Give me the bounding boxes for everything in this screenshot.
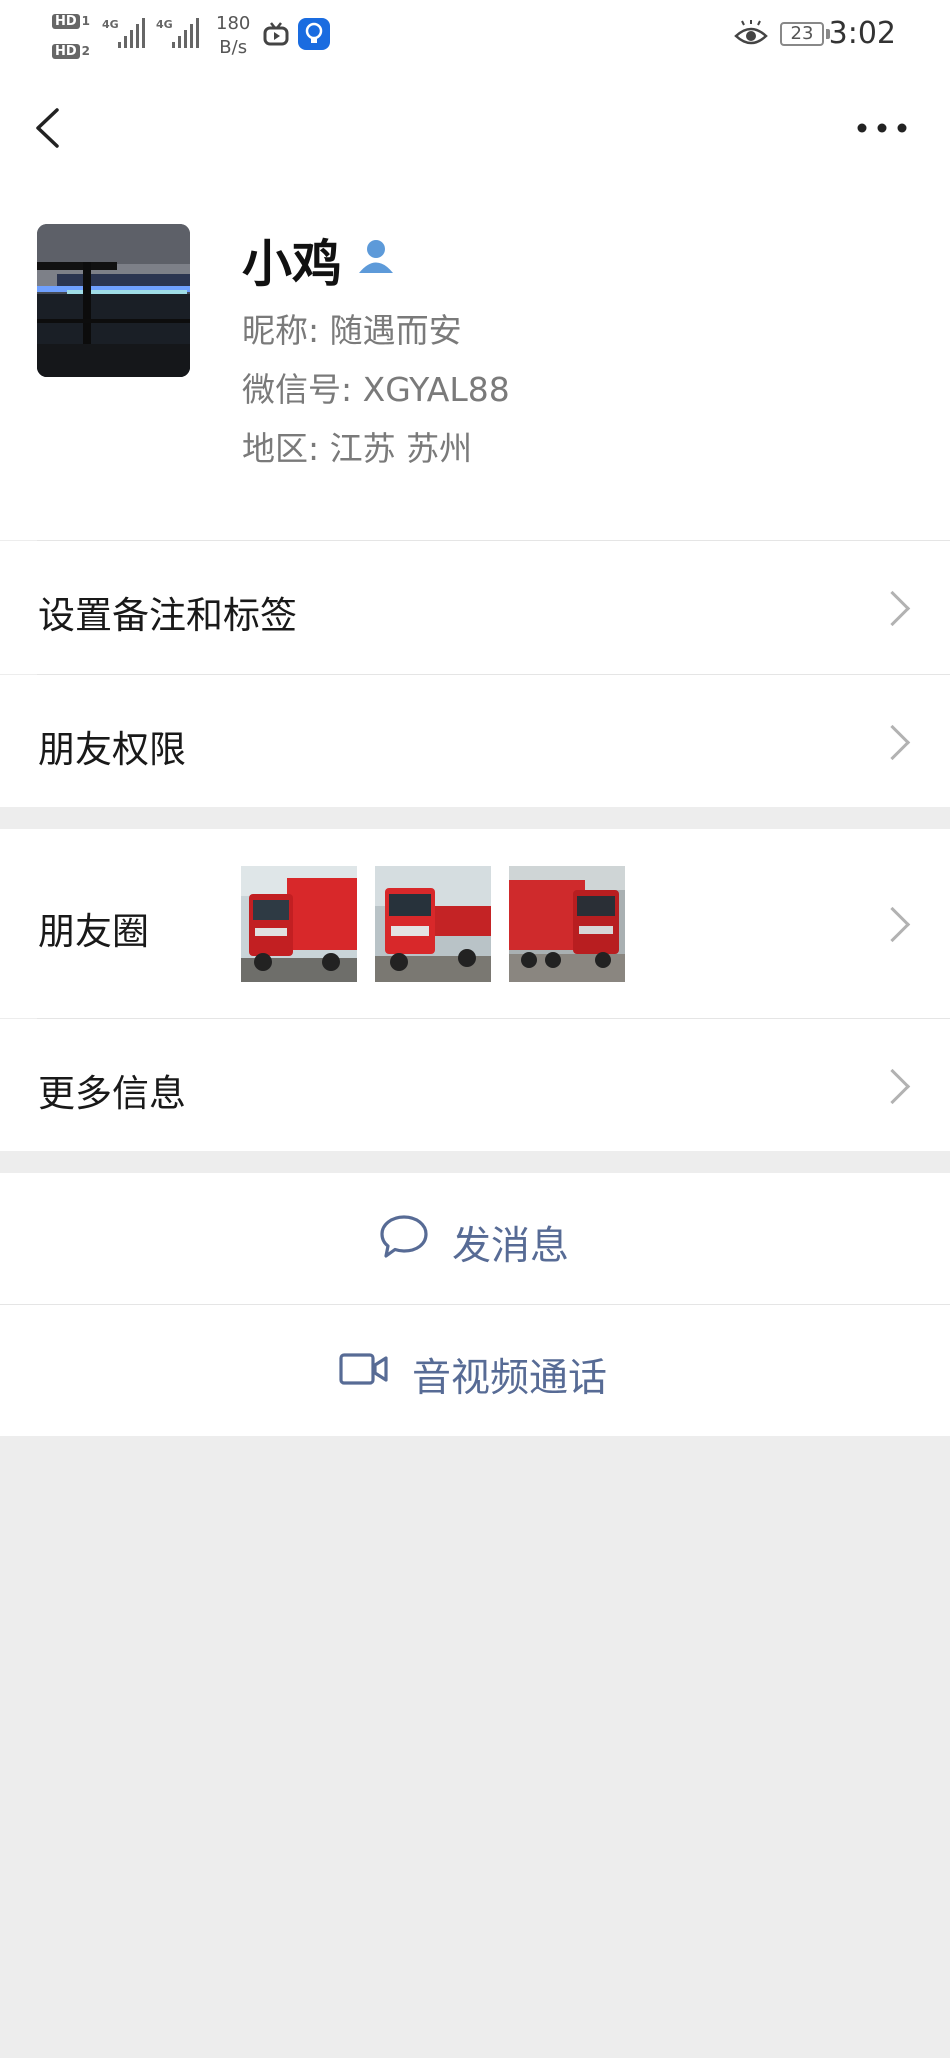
back-arrow-icon [36, 108, 59, 148]
contact-person-icon [356, 236, 396, 280]
more-options-button[interactable] [854, 118, 910, 158]
friend-permissions-row[interactable]: 朋友权限 [0, 675, 950, 807]
moments-thumbnail-3[interactable] [509, 866, 625, 982]
truck-photo [509, 866, 625, 982]
chevron-right-icon [874, 906, 911, 943]
moments-label: 朋友圈 [38, 910, 149, 953]
back-button[interactable] [30, 104, 80, 154]
chevron-right-icon [874, 724, 911, 761]
truck-photo [241, 866, 357, 982]
video-call-button[interactable]: 音视频通话 [0, 1305, 950, 1436]
network-speed: 180 B/s [216, 13, 251, 58]
wechat-id-text: 微信号: XGYAL88 [242, 370, 510, 409]
bulb-app-icon [298, 18, 330, 50]
video-call-label: 音视频通话 [412, 1356, 608, 1401]
ellipsis-icon [857, 123, 907, 133]
chat-bubble-icon [378, 1213, 430, 1265]
battery-icon: 23 [780, 22, 824, 46]
set-remark-label: 设置备注和标签 [38, 594, 297, 637]
chevron-right-icon [874, 590, 911, 627]
status-bar: HD 1 HD 2 4G 4G 180 B/s 23 3:02 [0, 0, 950, 74]
hd-indicator-2: HD 2 [52, 40, 90, 59]
eye-icon [734, 20, 768, 54]
send-message-label: 发消息 [452, 1224, 570, 1269]
avatar[interactable] [37, 224, 190, 377]
send-message-button[interactable]: 发消息 [0, 1173, 950, 1304]
moments-thumbnail-1[interactable] [241, 866, 357, 982]
avatar-photo [37, 224, 190, 377]
truck-photo [375, 866, 491, 982]
hd-indicator-1: HD 1 [52, 10, 90, 29]
nav-bar [0, 74, 950, 184]
display-name: 小鸡 [242, 235, 342, 293]
nickname-text: 昵称: 随遇而安 [242, 311, 462, 350]
friend-permissions-label: 朋友权限 [38, 728, 186, 771]
set-remark-row[interactable]: 设置备注和标签 [0, 541, 950, 674]
video-camera-icon [338, 1351, 390, 1391]
region-text: 地区: 江苏 苏州 [242, 429, 473, 468]
moments-thumbnail-2[interactable] [375, 866, 491, 982]
clock: 3:02 [828, 16, 896, 51]
more-info-label: 更多信息 [38, 1072, 186, 1115]
chevron-right-icon [874, 1068, 911, 1105]
tv-icon [262, 20, 290, 52]
more-info-row[interactable]: 更多信息 [0, 1019, 950, 1151]
